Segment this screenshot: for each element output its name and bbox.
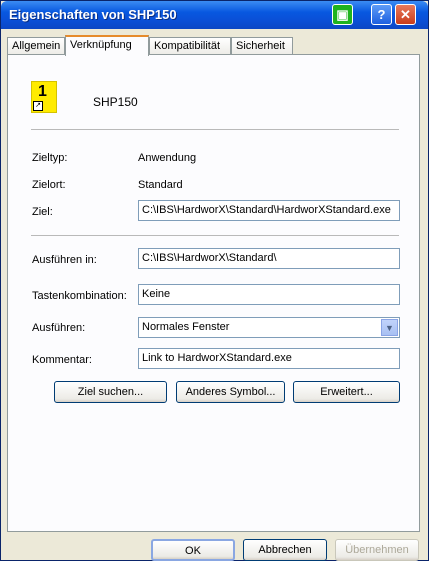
location-value: Standard	[138, 179, 183, 191]
close-icon: ✕	[400, 6, 411, 22]
tab-allgemein[interactable]: Allgemein	[7, 37, 65, 55]
find-target-button[interactable]: Ziel suchen...	[54, 381, 167, 403]
comment-label: Kommentar:	[32, 354, 92, 366]
tab-verknuepfung[interactable]: Verknüpfung	[65, 35, 149, 56]
target-label: Ziel:	[32, 206, 53, 218]
hotkey-label: Tastenkombination:	[32, 290, 127, 302]
shortcut-name: SHP150	[93, 95, 138, 109]
shortcut-arrow-icon: ↗	[33, 101, 43, 111]
type-value: Anwendung	[138, 152, 197, 164]
divider	[31, 235, 399, 236]
start-in-label: Ausführen in:	[32, 254, 97, 266]
run-select[interactable]: Normales Fenster ▼	[138, 317, 400, 338]
help-button[interactable]: ?	[371, 4, 392, 25]
chevron-down-icon[interactable]: ▼	[381, 319, 398, 336]
tab-kompatibilitaet[interactable]: Kompatibilität	[149, 37, 231, 55]
tab-sicherheit[interactable]: Sicherheit	[231, 37, 293, 55]
type-label: Zieltyp:	[32, 152, 68, 164]
close-button[interactable]: ✕	[395, 4, 416, 25]
run-select-value: Normales Fenster	[142, 321, 230, 333]
properties-window: Eigenschaften von SHP150 ▣ ? ✕ Allgemein…	[0, 0, 429, 561]
target-field[interactable]: C:\IBS\HardworX\Standard\HardworXStandar…	[138, 200, 400, 221]
window-title: Eigenschaften von SHP150	[9, 7, 177, 22]
change-icon-button[interactable]: Anderes Symbol...	[176, 381, 285, 403]
divider	[31, 129, 399, 130]
printer-icon[interactable]: ▣	[332, 4, 353, 25]
cancel-button[interactable]: Abbrechen	[243, 539, 327, 561]
application-shortcut-icon: 1 ↗	[31, 81, 57, 113]
advanced-button[interactable]: Erweitert...	[293, 381, 400, 403]
start-in-field[interactable]: C:\IBS\HardworX\Standard\	[138, 248, 400, 269]
ok-button[interactable]: OK	[151, 539, 235, 561]
location-label: Zielort:	[32, 179, 66, 191]
title-bar[interactable]: Eigenschaften von SHP150 ▣ ? ✕	[1, 1, 428, 29]
apply-button[interactable]: Übernehmen	[335, 539, 419, 561]
comment-field[interactable]: Link to HardworXStandard.exe	[138, 348, 400, 369]
help-icon: ?	[377, 7, 386, 22]
run-label: Ausführen:	[32, 322, 86, 334]
hotkey-field[interactable]: Keine	[138, 284, 400, 305]
